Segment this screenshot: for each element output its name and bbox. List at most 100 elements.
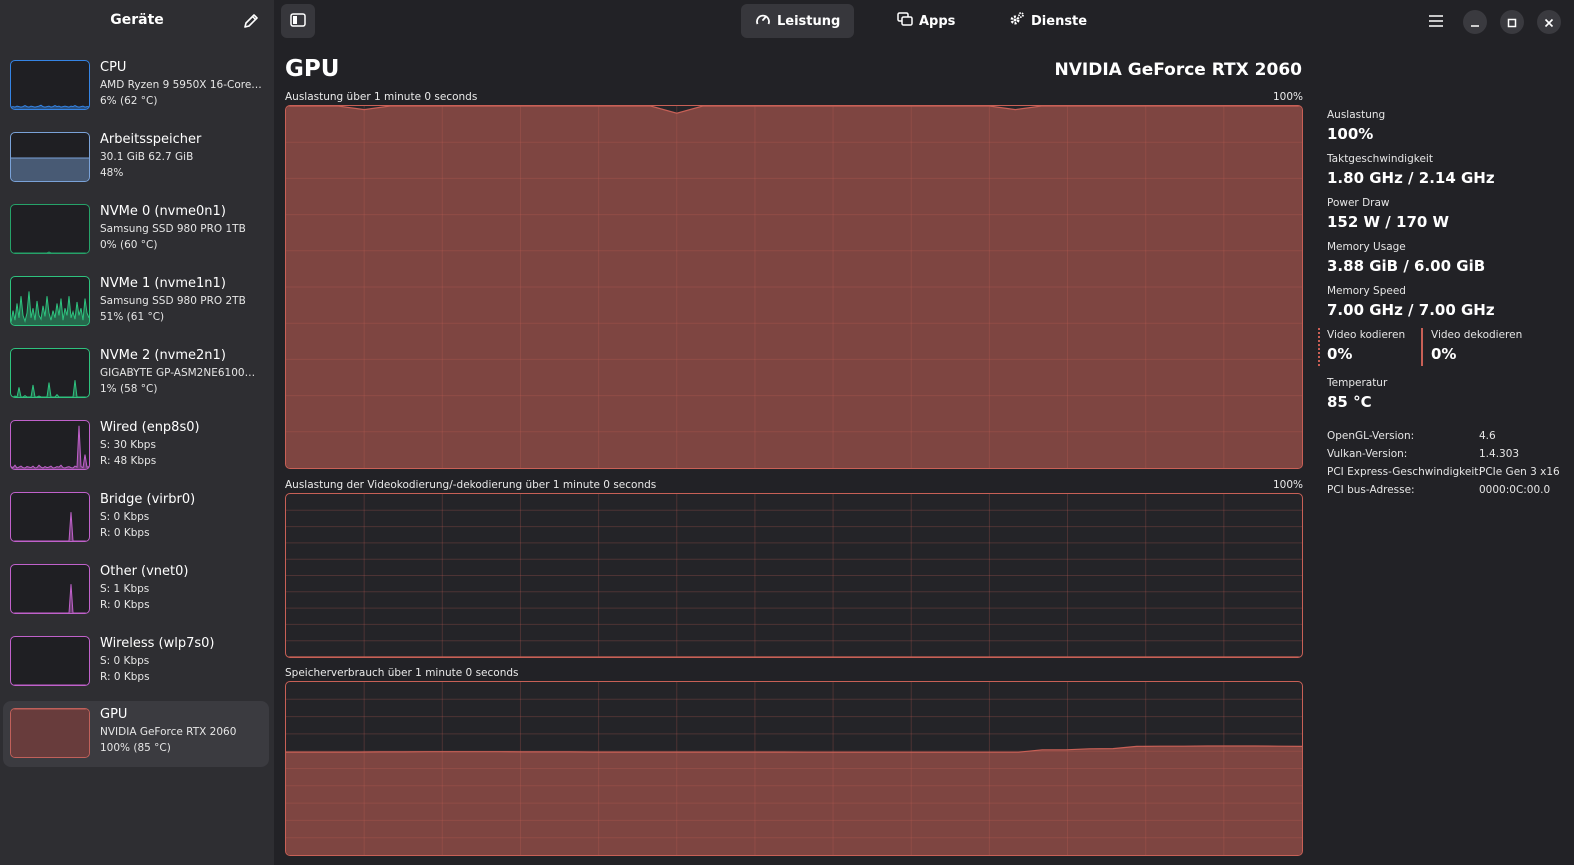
sidebar-toggle-button[interactable]	[281, 4, 315, 38]
gpu-thumbnail-graph	[10, 708, 90, 758]
device-subtitle: Samsung SSD 980 PRO 1TB	[100, 223, 246, 235]
thumbnail-line	[11, 251, 89, 253]
thumbnail-svg	[11, 584, 89, 613]
app-window: Geräte CPU AMD Ryzen 9 5950X 16-Core… 6%…	[0, 0, 1574, 865]
sidebar-item-nvme2[interactable]: NVMe 2 (nvme2n1) GIGABYTE GP-ASM2NE6100……	[3, 345, 269, 415]
utilization-graph-max: 100%	[1272, 91, 1303, 103]
device-name: NVMe 1 (nvme1n1)	[100, 276, 226, 291]
device-name: NVMe 2 (nvme2n1)	[100, 348, 226, 363]
thumbnail-area	[11, 158, 89, 181]
tab-dienste[interactable]: Dienste	[995, 4, 1101, 38]
other-thumbnail-graph	[10, 564, 90, 614]
stat-value: 3.88 GiB / 6.00 GiB	[1327, 257, 1486, 275]
sidebar-item-nvme0[interactable]: NVMe 0 (nvme0n1) Samsung SSD 980 PRO 1TB…	[3, 201, 269, 271]
device-name: Wireless (wlp7s0)	[100, 636, 215, 651]
info-key: PCI bus-Adresse:	[1327, 484, 1415, 496]
pencil-icon[interactable]	[240, 10, 262, 32]
sidebar-item-cpu[interactable]: CPU AMD Ryzen 9 5950X 16-Core… 6% (62 °C…	[3, 57, 269, 127]
g-util-svg	[286, 106, 1302, 468]
device-subtitle: AMD Ryzen 9 5950X 16-Core…	[100, 79, 262, 91]
device-name: NVMe 0 (nvme0n1)	[100, 204, 226, 219]
thumbnail-line	[11, 104, 89, 108]
device-status: R: 0 Kbps	[100, 671, 150, 683]
wired-thumbnail-graph	[10, 420, 90, 470]
grid	[286, 494, 1302, 657]
tab-apps[interactable]: Apps	[883, 4, 969, 38]
thumbnail-svg	[11, 104, 89, 109]
thumbnail-svg	[11, 684, 89, 685]
maximize-button[interactable]	[1500, 10, 1524, 34]
device-subtitle: S: 0 Kbps	[100, 511, 150, 523]
stat-label: Memory Speed	[1327, 285, 1406, 297]
sidebar-item-other[interactable]: Other (vnet0) S: 1 Kbps R: 0 Kbps	[3, 561, 269, 631]
sidebar-item-bridge[interactable]: Bridge (virbr0) S: 0 Kbps R: 0 Kbps	[3, 489, 269, 559]
tab-label: Leistung	[777, 13, 841, 29]
device-status: 48%	[100, 167, 124, 179]
tab-label: Apps	[919, 13, 956, 29]
stat-value: 152 W / 170 W	[1327, 213, 1450, 231]
thumbnail-area	[11, 709, 89, 757]
stat-label: Memory Usage	[1327, 241, 1406, 253]
thumbnail-area	[11, 512, 89, 541]
gears-icon	[1009, 11, 1025, 31]
video-encode-value: 0%	[1327, 345, 1353, 363]
device-subtitle: S: 1 Kbps	[100, 583, 150, 595]
g-video-svg	[286, 494, 1302, 657]
info-value: 0000:0C:00.0	[1479, 484, 1551, 496]
stat-label: Auslastung	[1327, 109, 1386, 121]
thumbnail-svg	[11, 512, 89, 541]
sidebar: Geräte CPU AMD Ryzen 9 5950X 16-Core… 6%…	[0, 0, 274, 865]
device-name: GPU	[100, 707, 128, 722]
video-decode-value: 0%	[1431, 345, 1457, 363]
sidebar-item-memory[interactable]: Arbeitsspeicher 30.1 GiB 62.7 GiB 48%	[3, 129, 269, 199]
device-subtitle: Samsung SSD 980 PRO 2TB	[100, 295, 246, 307]
wireless-thumbnail-graph	[10, 636, 90, 686]
stat-label: Taktgeschwindigkeit	[1327, 153, 1433, 165]
stat-value: 7.00 GHz / 7.00 GHz	[1327, 301, 1495, 319]
thumbnail-svg	[11, 425, 89, 469]
close-button[interactable]	[1537, 10, 1561, 34]
info-value: 4.6	[1479, 430, 1496, 442]
device-subtitle: NVIDIA GeForce RTX 2060	[100, 726, 237, 738]
nvme0-thumbnail-graph	[10, 204, 90, 254]
info-value: PCIe Gen 3 x16	[1479, 466, 1560, 478]
sidebar-header: Geräte	[0, 0, 274, 42]
video-encode-label: Video kodieren	[1327, 329, 1406, 341]
tab-label: Dienste	[1031, 13, 1088, 29]
thumbnail-svg	[11, 251, 89, 253]
sidebar-item-wired[interactable]: Wired (enp8s0) S: 30 Kbps R: 48 Kbps	[3, 417, 269, 487]
series-area	[286, 746, 1302, 855]
stat-value: 100%	[1327, 125, 1374, 143]
stat-value: 1.80 GHz / 2.14 GHz	[1327, 169, 1495, 187]
info-value: 1.4.303	[1479, 448, 1520, 460]
memory-graph	[285, 681, 1303, 856]
device-subtitle: GIGABYTE GP-ASM2NE6100…	[100, 367, 256, 379]
memory-graph-label: Speicherverbrauch über 1 minute 0 second…	[285, 667, 519, 679]
sidebar-item-nvme1[interactable]: NVMe 1 (nvme1n1) Samsung SSD 980 PRO 2TB…	[3, 273, 269, 343]
nvme1-thumbnail-graph	[10, 276, 90, 326]
thumbnail-svg	[11, 291, 89, 325]
info-key: PCI Express-Geschwindigkeit:	[1327, 466, 1482, 478]
device-status: 100% (85 °C)	[100, 742, 171, 754]
sidebar-toggle-icon	[290, 12, 306, 31]
video-decode-label: Video dekodieren	[1431, 329, 1523, 341]
nvme2-thumbnail-graph	[10, 348, 90, 398]
device-name: Bridge (virbr0)	[100, 492, 196, 507]
tab-leistung[interactable]: Leistung	[741, 4, 855, 38]
sidebar-item-wireless[interactable]: Wireless (wlp7s0) S: 0 Kbps R: 0 Kbps	[3, 633, 269, 703]
temperature-label: Temperatur	[1327, 377, 1388, 389]
gpu-model-name: NVIDIA GeForce RTX 2060	[1054, 60, 1302, 80]
video-graph-label: Auslastung der Videokodierung/-dekodieru…	[285, 479, 657, 491]
main-menu-button[interactable]	[1422, 8, 1450, 36]
sidebar-item-gpu[interactable]: GPU NVIDIA GeForce RTX 2060 100% (85 °C)	[3, 701, 269, 767]
info-key: OpenGL-Version:	[1327, 430, 1415, 442]
close-icon	[1544, 13, 1554, 32]
bridge-thumbnail-graph	[10, 492, 90, 542]
page-title: GPU	[285, 56, 340, 82]
minimize-icon	[1470, 13, 1480, 32]
thumbnail-area	[11, 584, 89, 613]
minimize-button[interactable]	[1463, 10, 1487, 34]
maximize-icon	[1507, 13, 1517, 32]
thumbnail-line	[11, 584, 89, 613]
utilization-graph-label: Auslastung über 1 minute 0 seconds	[285, 91, 478, 103]
